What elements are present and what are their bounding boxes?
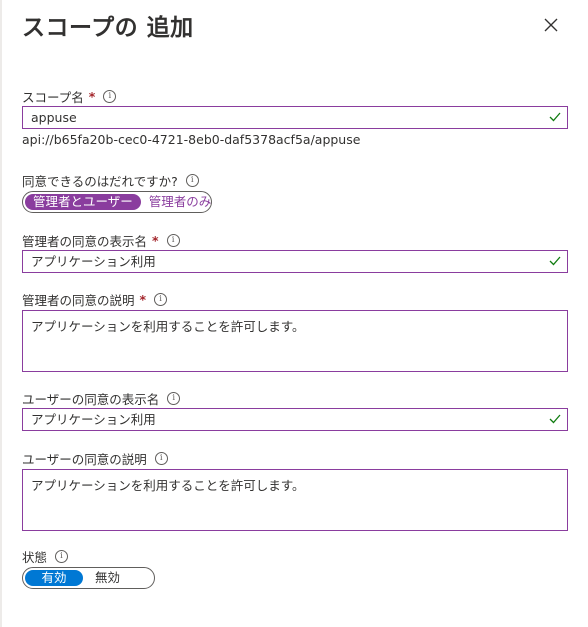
user-display-name-label: ユーザーの同意の表示名 i <box>22 389 181 408</box>
admin-description-label-text: 管理者の同意の説明 <box>22 293 135 308</box>
user-display-name-value: アプリケーション利用 <box>31 412 156 427</box>
checkmark-icon <box>549 256 561 266</box>
admin-display-name-value: アプリケーション利用 <box>31 254 156 269</box>
user-description-label: ユーザーの同意の説明 i <box>22 449 168 468</box>
info-icon[interactable]: i <box>103 90 117 103</box>
option-admins-and-users[interactable]: 管理者とユーザー <box>25 194 141 210</box>
user-description-value: アプリケーションを利用することを許可します。 <box>31 478 305 493</box>
scope-name-value: appuse <box>31 110 77 125</box>
checkmark-icon <box>549 112 561 122</box>
checkmark-icon <box>549 414 561 424</box>
who-can-consent-toggle[interactable]: 管理者とユーザー 管理者のみ <box>22 191 212 213</box>
user-display-name-label-text: ユーザーの同意の表示名 <box>22 392 160 407</box>
scope-uri-text: api://b65fa20b-cec0-4721-8eb0-daf5378acf… <box>22 132 361 147</box>
option-enabled[interactable]: 有効 <box>25 570 83 586</box>
admin-description-value: アプリケーションを利用することを許可します。 <box>31 319 305 334</box>
admin-display-name-input[interactable]: アプリケーション利用 <box>22 250 568 273</box>
scope-name-label-text: スコープ名 <box>22 90 84 105</box>
user-description-label-text: ユーザーの同意の説明 <box>22 452 147 467</box>
panel-left-border <box>0 0 2 627</box>
info-icon[interactable]: i <box>154 452 168 465</box>
info-icon[interactable]: i <box>167 392 181 405</box>
info-icon[interactable]: i <box>55 550 69 563</box>
add-scope-panel: スコープの 追加 スコープ名 * i appuse api://b65fa20b… <box>0 0 588 627</box>
user-description-textarea[interactable]: アプリケーションを利用することを許可します。 <box>22 469 568 531</box>
option-disabled[interactable]: 無効 <box>83 570 132 586</box>
scope-name-input[interactable]: appuse <box>22 106 568 129</box>
state-label: 状態 i <box>22 547 69 566</box>
admin-display-name-label: 管理者の同意の表示名 * i <box>22 231 180 250</box>
info-icon[interactable]: i <box>166 234 180 247</box>
required-asterisk: * <box>152 233 159 248</box>
option-admins-only[interactable]: 管理者のみ <box>141 194 220 210</box>
info-icon[interactable]: i <box>185 174 199 187</box>
state-label-text: 状態 <box>22 550 48 565</box>
admin-description-label: 管理者の同意の説明 * i <box>22 290 168 309</box>
panel-title: スコープの 追加 <box>22 15 194 41</box>
scope-name-label: スコープ名 * i <box>22 87 117 106</box>
admin-description-textarea[interactable]: アプリケーションを利用することを許可します。 <box>22 310 568 372</box>
who-can-consent-label-text: 同意できるのはだれですか? <box>22 174 178 189</box>
required-asterisk: * <box>88 89 96 104</box>
info-icon[interactable]: i <box>154 293 168 306</box>
user-display-name-input[interactable]: アプリケーション利用 <box>22 408 568 431</box>
who-can-consent-label: 同意できるのはだれですか? i <box>22 171 199 190</box>
required-asterisk: * <box>139 292 147 307</box>
admin-display-name-label-text: 管理者の同意の表示名 <box>22 234 148 249</box>
close-icon[interactable] <box>540 14 562 36</box>
state-toggle[interactable]: 有効 無効 <box>22 567 155 589</box>
